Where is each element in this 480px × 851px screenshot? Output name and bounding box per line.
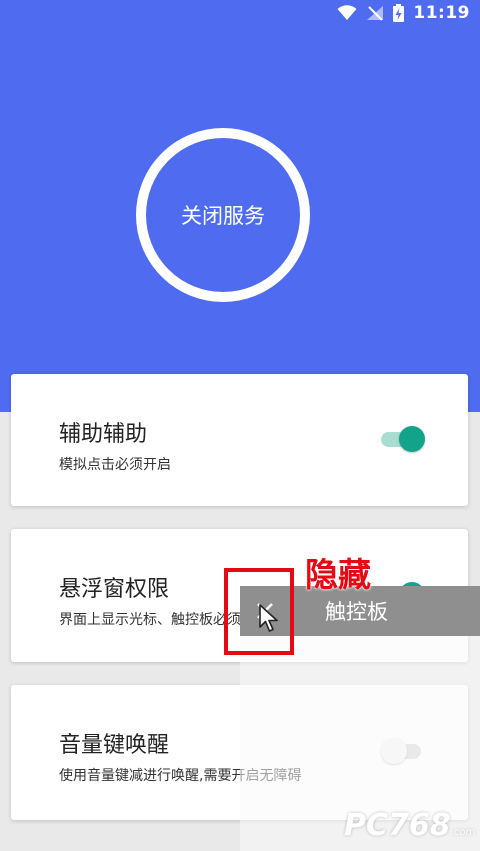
status-time: 11:19 <box>413 3 470 23</box>
annotation-hide-label: 隐藏 <box>305 555 371 594</box>
annotation-highlight-box <box>224 568 294 655</box>
touchpad-label: 触控板 <box>325 600 388 624</box>
no-signal-icon <box>367 6 384 21</box>
watermark-brand: PC768 <box>344 808 451 843</box>
wifi-icon <box>337 5 357 20</box>
battery-charging-icon <box>393 4 405 22</box>
overlay-permission-title: 悬浮窗权限 <box>59 577 170 602</box>
watermark: PC768.com <box>344 808 475 843</box>
header: 关闭服务 <box>0 26 480 412</box>
assist-title: 辅助辅助 <box>59 422 148 447</box>
assist-toggle[interactable] <box>381 426 425 452</box>
status-bar: 11:19 <box>0 0 480 26</box>
assist-description: 模拟点击必须开启 <box>59 457 171 473</box>
volume-wake-title: 音量键唤醒 <box>59 733 170 758</box>
stop-service-label: 关闭服务 <box>181 204 265 228</box>
watermark-domain: .com <box>450 827 476 838</box>
stop-service-button[interactable]: 关闭服务 <box>136 128 310 302</box>
settings-card-assist: 辅助辅助 模拟点击必须开启 <box>11 374 468 506</box>
